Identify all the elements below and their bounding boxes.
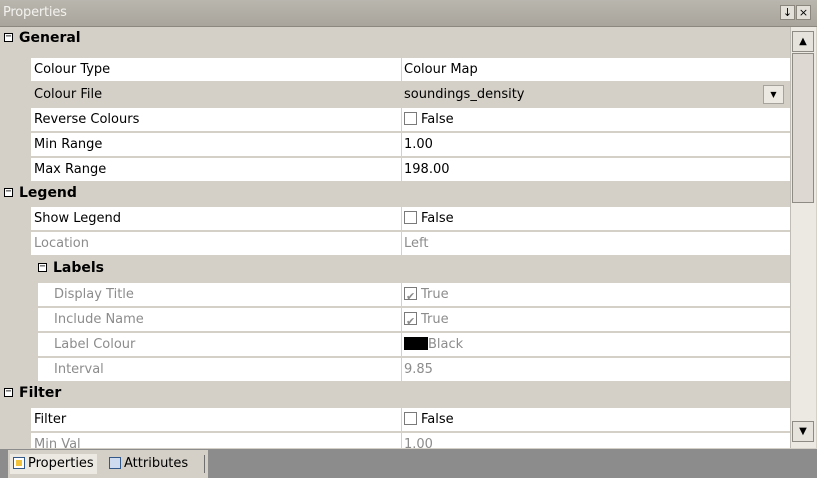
- category-label: Legend: [19, 185, 77, 201]
- category-labels[interactable]: − Labels: [0, 257, 790, 282]
- close-icon[interactable]: ×: [796, 5, 811, 20]
- property-row-interval: Interval 9.85: [0, 358, 790, 383]
- checkbox[interactable]: [404, 112, 417, 125]
- property-row-include-name: Include Name True: [0, 308, 790, 333]
- property-name: Display Title: [38, 283, 401, 307]
- window-title: Properties: [3, 5, 67, 20]
- dropdown-arrow-icon[interactable]: ▼: [763, 85, 784, 104]
- property-value: 9.85: [401, 358, 790, 382]
- category-filter[interactable]: − Filter: [0, 382, 790, 407]
- property-value: Left: [401, 232, 790, 256]
- property-name: Max Range: [31, 158, 401, 182]
- property-name: Filter: [31, 408, 401, 432]
- tab-strip: Properties Attributes: [8, 450, 208, 478]
- checkbox[interactable]: [404, 412, 417, 425]
- property-name: Location: [31, 232, 401, 256]
- tab-label: Attributes: [124, 456, 189, 471]
- collapse-icon[interactable]: −: [4, 32, 13, 42]
- property-name: Min Range: [31, 133, 401, 157]
- property-row-filter[interactable]: Filter False: [0, 408, 790, 433]
- property-row-min-val: Min Val 1.00: [0, 433, 790, 448]
- checkbox-label: False: [421, 112, 454, 127]
- category-label: Filter: [19, 385, 62, 401]
- property-value: 1.00: [401, 433, 790, 448]
- category-label: Labels: [53, 260, 105, 276]
- property-row-min-range[interactable]: Min Range 1.00: [0, 133, 790, 158]
- property-row-reverse-colours[interactable]: Reverse Colours False: [0, 108, 790, 133]
- property-row-colour-file[interactable]: Colour File soundings_density ▼: [0, 83, 790, 108]
- tab-properties[interactable]: Properties: [10, 454, 97, 474]
- pin-icon[interactable]: ↓: [780, 5, 795, 20]
- scroll-up-icon[interactable]: ▲: [792, 31, 814, 52]
- checkbox-label: False: [421, 211, 454, 226]
- vertical-scrollbar[interactable]: ▲ ▼: [790, 27, 816, 448]
- checkbox-label: False: [421, 412, 454, 427]
- properties-title-bar: Properties ↓ ×: [0, 0, 817, 27]
- property-row-location: Location Left: [0, 232, 790, 257]
- property-name: Interval: [38, 358, 401, 382]
- property-row-show-legend[interactable]: Show Legend False: [0, 207, 790, 232]
- property-value[interactable]: 1.00: [401, 133, 790, 157]
- property-value[interactable]: False: [401, 207, 790, 231]
- dropdown-value: soundings_density: [404, 87, 525, 102]
- checkbox: [404, 310, 417, 331]
- property-value-dropdown[interactable]: soundings_density ▼: [401, 83, 790, 107]
- category-legend[interactable]: − Legend: [0, 182, 790, 207]
- collapse-icon[interactable]: −: [4, 187, 13, 197]
- property-row-label-colour: Label Colour Black: [0, 333, 790, 358]
- category-general[interactable]: − General: [0, 27, 790, 52]
- property-name: Label Colour: [38, 333, 401, 357]
- property-value[interactable]: False: [401, 108, 790, 132]
- checkbox-label: True: [421, 287, 449, 302]
- tab-separator: [204, 455, 205, 473]
- property-name: Show Legend: [31, 207, 401, 231]
- property-value: True: [401, 308, 790, 332]
- category-label: General: [19, 30, 81, 46]
- checkbox-label: True: [421, 312, 449, 327]
- checkbox[interactable]: [404, 211, 417, 224]
- property-value[interactable]: Colour Map: [401, 58, 790, 82]
- tab-label: Properties: [28, 456, 94, 471]
- property-row-max-range[interactable]: Max Range 198.00: [0, 158, 790, 183]
- property-name: Reverse Colours: [31, 108, 401, 132]
- property-name: Min Val: [31, 433, 401, 448]
- property-name: Colour File: [31, 83, 401, 107]
- attributes-icon: [109, 457, 121, 469]
- checkbox: [404, 285, 417, 306]
- property-grid: − General Colour Type Colour Map Colour …: [0, 27, 790, 448]
- bottom-tab-bar: Properties Attributes: [0, 449, 817, 478]
- scroll-thumb[interactable]: [792, 53, 814, 203]
- property-name: Colour Type: [31, 58, 401, 82]
- collapse-icon[interactable]: −: [38, 262, 47, 272]
- property-value[interactable]: 198.00: [401, 158, 790, 182]
- property-row-display-title: Display Title True: [0, 283, 790, 308]
- color-label: Black: [428, 337, 464, 352]
- property-row-colour-type[interactable]: Colour Type Colour Map: [0, 58, 790, 83]
- property-value: True: [401, 283, 790, 307]
- property-value[interactable]: False: [401, 408, 790, 432]
- collapse-icon[interactable]: −: [4, 387, 13, 397]
- property-value: Black: [401, 333, 790, 357]
- scroll-down-icon[interactable]: ▼: [792, 421, 814, 442]
- property-name: Include Name: [38, 308, 401, 332]
- color-swatch: [404, 337, 428, 350]
- tab-attributes[interactable]: Attributes: [109, 454, 188, 474]
- properties-icon: [13, 457, 25, 469]
